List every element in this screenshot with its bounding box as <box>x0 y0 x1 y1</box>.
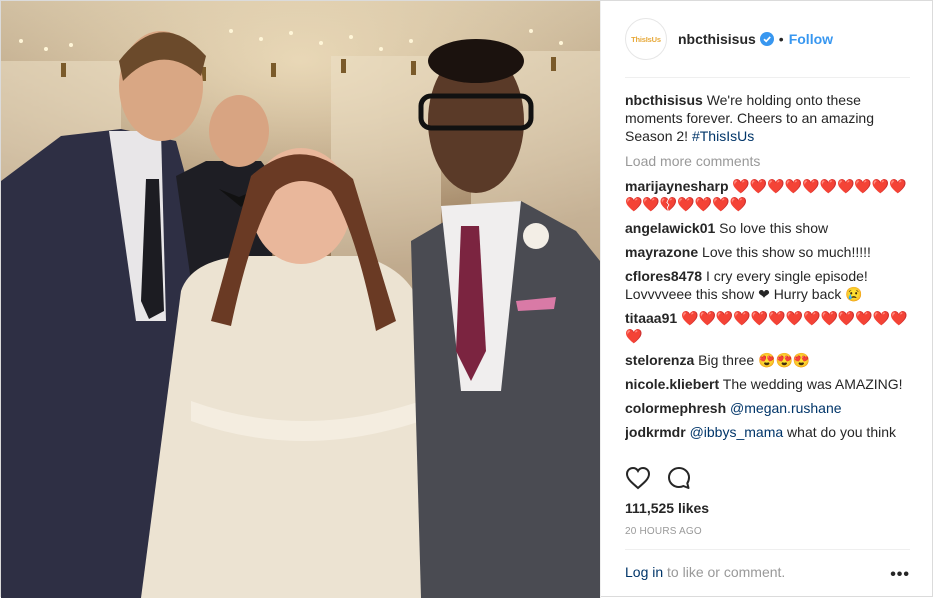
follow-button[interactable]: Follow <box>789 31 833 47</box>
caption-username[interactable]: nbcthisisus <box>625 92 703 108</box>
comment-item: jodkrmdr @ibbys_mama what do you think <box>625 423 914 441</box>
comment-username[interactable]: mayrazone <box>625 244 698 260</box>
header-separator: • <box>778 31 784 47</box>
comment-text: what do you think <box>787 424 897 440</box>
comment-username[interactable]: nicole.kliebert <box>625 376 719 392</box>
comment-username[interactable]: colormephresh <box>625 400 726 416</box>
comment-text: So love this show <box>719 220 829 236</box>
avatar-logo-text: ThisIsUs <box>631 34 661 44</box>
comment-mention[interactable]: @ibbys_mama <box>690 424 784 440</box>
comment-item: mayrazone Love this show so much!!!!! <box>625 243 914 261</box>
comment-username[interactable]: marijaynesharp <box>625 178 729 194</box>
footer-divider <box>625 549 910 550</box>
comment-item: nicole.kliebert The wedding was AMAZING! <box>625 375 914 393</box>
wedding-photo-illustration <box>1 1 600 598</box>
post-timestamp: 20 HOURS AGO <box>625 526 702 537</box>
comment-username[interactable]: cflores8478 <box>625 268 702 284</box>
comment-item: marijaynesharp ❤️❤️❤️❤️❤️❤️❤️❤️❤️❤️❤️❤️💔… <box>625 177 914 213</box>
caption: nbcthisisus We're holding onto these mom… <box>625 91 914 145</box>
comment-item: colormephresh @megan.rushane <box>625 399 914 417</box>
comment-username[interactable]: angelawick01 <box>625 220 715 236</box>
comment-text: The wedding was AMAZING! <box>722 376 903 392</box>
post-photo[interactable] <box>1 1 600 598</box>
login-link[interactable]: Log in <box>625 564 663 580</box>
comment-username[interactable]: jodkrmdr <box>625 424 686 440</box>
post-sidebar: ThisIsUs nbcthisisus • Follow nbcthisisu… <box>600 1 933 598</box>
instagram-post: ThisIsUs nbcthisisus • Follow nbcthisisu… <box>0 0 933 598</box>
header-username[interactable]: nbcthisisus <box>678 31 756 47</box>
comment-item: stelorenza Big three 😍😍😍 <box>625 351 914 369</box>
likes-count[interactable]: 111,525 likes <box>625 500 709 516</box>
action-bar <box>625 466 707 492</box>
comment-mention[interactable]: @megan.rushane <box>730 400 842 416</box>
login-prompt: Log in to like or comment. <box>625 564 785 580</box>
comment-item: angelawick01 So love this show <box>625 219 914 237</box>
header-divider <box>625 77 910 78</box>
login-prompt-text: to like or comment. <box>663 564 786 580</box>
post-header: ThisIsUs nbcthisisus • Follow <box>625 17 910 61</box>
comment-bubble-icon[interactable] <box>667 466 691 493</box>
heart-outline-icon[interactable] <box>625 466 651 493</box>
verified-badge-icon <box>759 32 774 46</box>
load-more-comments-button[interactable]: Load more comments <box>625 152 914 170</box>
comment-text: Love this show so much!!!!! <box>702 244 871 260</box>
comments-list: nbcthisisus We're holding onto these mom… <box>625 91 914 456</box>
comment-text: Big three 😍😍😍 <box>698 352 811 368</box>
comment-username[interactable]: stelorenza <box>625 352 694 368</box>
comment-username[interactable]: titaaa91 <box>625 310 677 326</box>
avatar[interactable]: ThisIsUs <box>625 18 667 60</box>
comment-item: titaaa91 ❤️❤️❤️❤️❤️❤️❤️❤️❤️❤️❤️❤️❤️❤️ <box>625 309 914 345</box>
comment-item: cflores8478 I cry every single episode! … <box>625 267 914 303</box>
caption-hashtag[interactable]: #ThisIsUs <box>692 128 754 144</box>
more-options-icon[interactable]: ••• <box>890 566 910 584</box>
